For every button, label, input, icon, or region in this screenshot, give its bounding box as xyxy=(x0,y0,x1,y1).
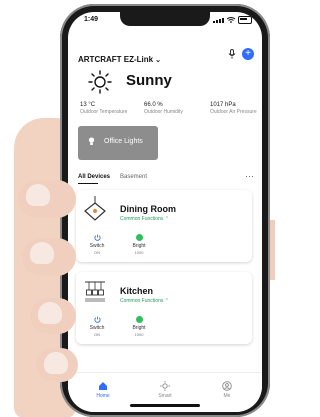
metric-humidity: 66.0 % Outdoor Humidity xyxy=(144,102,183,115)
add-device-button[interactable]: + xyxy=(242,48,254,60)
battery-icon xyxy=(238,16,252,24)
nav-label: Me xyxy=(223,393,231,399)
metric-value: 1017 hPa xyxy=(210,102,236,108)
phone-frame: 1:49 ARTCRAFT EZ-Link ⌄ + Sunny 13 °C Ou… xyxy=(60,4,270,417)
pendant-lamp-icon xyxy=(84,196,106,221)
finger xyxy=(36,348,78,382)
control-label: Switch xyxy=(89,243,105,249)
metric-label: Outdoor Temperature xyxy=(80,109,128,115)
app-screen: 1:49 ARTCRAFT EZ-Link ⌄ + Sunny 13 °C Ou… xyxy=(68,12,262,412)
scene-office-lights[interactable]: Office Lights xyxy=(78,126,158,160)
control-label: Bright xyxy=(132,325,146,331)
metric-temperature: 13 °C Outdoor Temperature xyxy=(80,102,127,115)
more-options-icon[interactable]: ··· xyxy=(245,171,254,181)
metric-label: Outdoor Air Pressure xyxy=(210,109,257,115)
control-value: ON xyxy=(94,250,100,255)
device-card-dining-room[interactable]: Dining Room Common Functions ⌃ Switch ON… xyxy=(76,190,252,262)
cellular-signal-icon xyxy=(213,17,224,23)
wifi-icon xyxy=(227,17,235,23)
weather-metrics: 13 °C Outdoor Temperature 66.0 % Outdoor… xyxy=(76,102,257,118)
finger xyxy=(22,238,76,276)
tab-basement[interactable]: Basement xyxy=(120,174,147,180)
app-header: ARTCRAFT EZ-Link ⌄ + xyxy=(78,48,254,64)
metric-label: Outdoor Humidity xyxy=(144,109,183,115)
nav-me[interactable]: Me xyxy=(212,381,242,399)
brightness-icon xyxy=(135,316,143,323)
nav-label: Home xyxy=(96,393,110,399)
smart-sun-icon xyxy=(160,381,170,391)
fingernail xyxy=(26,184,50,206)
status-bar: 1:49 xyxy=(80,16,252,28)
power-icon xyxy=(93,234,101,241)
metric-pressure: 1017 hPa Outdoor Air Pressure xyxy=(210,102,257,115)
home-name: ARTCRAFT EZ-Link xyxy=(78,55,154,64)
control-value: ON xyxy=(94,332,100,337)
home-indicator xyxy=(130,404,200,407)
brightness-icon xyxy=(135,234,143,241)
device-card-kitchen[interactable]: Kitchen Common Functions ⌃ Switch ON Bri… xyxy=(76,272,252,344)
nav-label: Smart xyxy=(158,393,172,399)
fingernail xyxy=(30,242,54,264)
metric-value: 66.0 % xyxy=(144,102,163,108)
system-indicators xyxy=(213,16,252,24)
nav-home[interactable]: Home xyxy=(88,381,118,399)
weather-condition: Sunny xyxy=(126,72,172,89)
common-functions-toggle[interactable]: Common Functions ⌃ xyxy=(120,298,169,304)
status-time: 1:49 xyxy=(84,16,99,23)
microphone-icon[interactable] xyxy=(228,49,236,59)
switch-control[interactable]: Switch ON xyxy=(82,316,112,337)
nav-smart[interactable]: Smart xyxy=(150,381,180,399)
metric-value: 13 °C xyxy=(80,102,96,108)
fingernail xyxy=(44,352,68,374)
home-selector[interactable]: ARTCRAFT EZ-Link ⌄ xyxy=(78,55,161,64)
fingernail xyxy=(38,302,62,324)
switch-control[interactable]: Switch ON xyxy=(82,234,112,255)
common-functions-toggle[interactable]: Common Functions ⌃ xyxy=(120,216,169,222)
control-value: 1000 xyxy=(134,250,144,255)
chevron-down-icon: ⌄ xyxy=(155,57,161,64)
marketing-scene: 1:49 ARTCRAFT EZ-Link ⌄ + Sunny 13 °C Ou… xyxy=(0,0,275,417)
control-value: 1000 xyxy=(134,332,144,337)
tab-all-devices[interactable]: All Devices xyxy=(78,174,110,184)
user-profile-icon xyxy=(222,381,232,391)
scene-label: Office Lights xyxy=(104,138,143,145)
brightness-control[interactable]: Bright 1000 xyxy=(124,316,154,337)
kitchen-lights-icon xyxy=(85,281,105,302)
power-icon xyxy=(93,316,101,323)
room-tabs: All Devices Basement ··· xyxy=(78,171,254,186)
home-icon xyxy=(99,382,107,390)
control-label: Switch xyxy=(89,325,105,331)
device-name: Kitchen xyxy=(120,286,154,296)
finger xyxy=(30,298,76,334)
brightness-control[interactable]: Bright 1000 xyxy=(124,234,154,255)
control-label: Bright xyxy=(132,243,146,249)
finger xyxy=(18,180,76,218)
device-name: Dining Room xyxy=(120,204,176,214)
lightbulb-icon xyxy=(88,137,95,145)
sun-icon xyxy=(88,70,112,94)
